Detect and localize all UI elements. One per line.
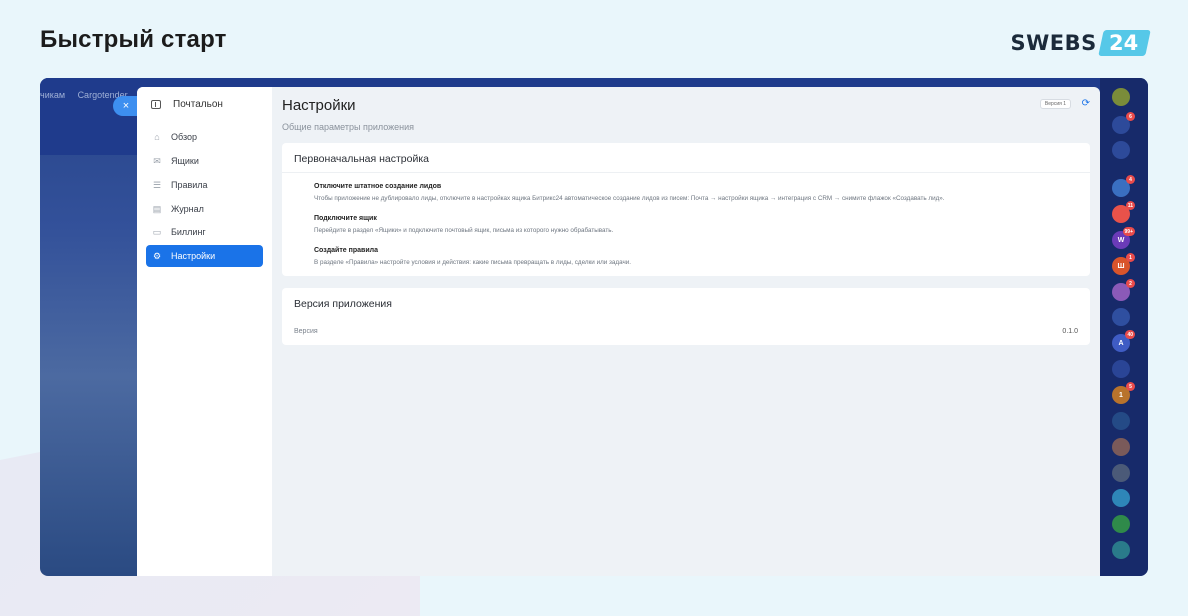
right-panel-item-text: Ш xyxy=(1117,262,1125,270)
setup-card-title: Первоначальная настройка xyxy=(282,143,1090,173)
setup-step: Подключите ящик Перейдите в раздел «Ящик… xyxy=(314,215,613,234)
setup-step: Отключите штатное создание лидов Чтобы п… xyxy=(314,183,945,202)
chat-avatar-icon[interactable]: W 99+ xyxy=(1112,227,1135,249)
version-card-title: Версия приложения xyxy=(294,298,392,310)
setup-step: Создайте правила В разделе «Правила» нас… xyxy=(314,247,631,266)
close-icon: × xyxy=(122,100,130,112)
app-frame: Почтальон ⌂ Обзор ✉ Ящики ☰ Правила ▤ Жу… xyxy=(137,87,1100,576)
chat-avatar-icon[interactable]: A 40 xyxy=(1112,330,1135,352)
bitrix-window: чикам Cargotender × 6 4 11 W 99+ Ш 1 2 A 40 1 5 Поч… xyxy=(40,78,1148,576)
chat-avatar-icon[interactable]: 15 xyxy=(1112,382,1135,404)
notification-badge: 4 xyxy=(1126,175,1135,184)
sidebar-item-label: Биллинг xyxy=(171,227,206,237)
sidebar-item-settings[interactable]: ⚙ Настройки xyxy=(146,245,263,267)
mail-icon: ✉ xyxy=(153,155,161,166)
close-slider-button[interactable]: × xyxy=(113,96,139,116)
page-title: Настройки xyxy=(282,97,356,114)
chat-avatar-icon[interactable] xyxy=(1112,308,1130,326)
step-description: Перейдите в раздел «Ящики» и подключите … xyxy=(314,227,614,234)
gear-icon: ⚙ xyxy=(152,250,162,261)
notification-badge: 99+ xyxy=(1122,227,1135,236)
chat-avatar-icon[interactable] xyxy=(1112,438,1130,456)
search-chat-icon[interactable] xyxy=(1112,141,1130,159)
step-heading: Создайте правила xyxy=(314,247,378,254)
app-name: Почтальон xyxy=(173,98,223,110)
step-description: В разделе «Правила» настройте условия и … xyxy=(314,259,632,266)
sidebar-item-label: Настройки xyxy=(171,251,216,261)
journal-icon: ▤ xyxy=(152,203,162,214)
sidebar-item-label: Журнал xyxy=(171,204,204,214)
notification-badge: 11 xyxy=(1125,201,1135,210)
notification-badge: 6 xyxy=(1126,112,1135,121)
chat-avatar-icon[interactable] xyxy=(1112,515,1130,533)
right-panel-item-text: W xyxy=(1117,236,1125,244)
version-chip: Версия 1 xyxy=(1039,99,1071,109)
globe-icon[interactable]: 4 xyxy=(1112,175,1135,197)
home-icon: ⌂ xyxy=(154,132,160,142)
right-panel: 6 4 11 W 99+ Ш 1 2 A 40 1 5 xyxy=(1100,78,1148,576)
step-heading: Подключите ящик xyxy=(314,215,377,222)
refresh-icon[interactable]: ⟳ xyxy=(1082,98,1090,109)
avatar-icon[interactable] xyxy=(1112,88,1130,106)
setup-card: Первоначальная настройка Отключите штатн… xyxy=(282,143,1090,276)
right-panel-item-text: A xyxy=(1118,339,1124,347)
step-description: Чтобы приложение не дублировало лиды, от… xyxy=(314,195,945,202)
chat-avatar-icon[interactable] xyxy=(1112,412,1130,430)
sidebar-item-billing[interactable]: ▭ Биллинг xyxy=(146,221,263,243)
chat-avatar-icon[interactable]: Ш1 xyxy=(1112,253,1135,275)
notification-badge: 1 xyxy=(1126,253,1135,262)
page-subtitle: Общие параметры приложения xyxy=(282,122,415,132)
collapse-sidebar-icon[interactable] xyxy=(151,99,161,109)
notification-badge: 2 xyxy=(1126,279,1135,288)
chat-avatar-icon[interactable]: 2 xyxy=(1112,279,1135,301)
bell-icon[interactable]: 6 xyxy=(1112,112,1135,134)
sidebar: Почтальон ⌂ Обзор ✉ Ящики ☰ Правила ▤ Жу… xyxy=(137,87,272,576)
sidebar-item-label: Правила xyxy=(171,180,208,190)
notification-badge: 40 xyxy=(1125,330,1135,339)
chat-avatar-icon[interactable] xyxy=(1112,489,1130,507)
chat-avatar-icon[interactable] xyxy=(1112,541,1130,559)
brand-word: SWEBS xyxy=(1010,31,1097,55)
right-panel-item-text: 1 xyxy=(1119,391,1123,399)
list-icon: ☰ xyxy=(152,179,162,190)
sidebar-item-journal[interactable]: ▤ Журнал xyxy=(146,198,263,220)
sidebar-item-mailboxes[interactable]: ✉ Ящики xyxy=(146,150,263,172)
sidebar-item-rules[interactable]: ☰ Правила xyxy=(146,174,263,196)
sidebar-header[interactable]: Почтальон xyxy=(137,87,272,121)
flame-icon[interactable]: 11 xyxy=(1112,201,1135,223)
chat-avatar-icon[interactable] xyxy=(1112,464,1130,482)
notification-badge: 5 xyxy=(1126,382,1135,391)
crumb[interactable]: чикам xyxy=(40,90,65,100)
brand-logo: SWEBS 24 xyxy=(1010,30,1151,56)
sidebar-item-label: Ящики xyxy=(171,156,199,166)
version-label: Версия xyxy=(294,328,318,335)
wallet-icon: ▭ xyxy=(152,226,162,237)
page-heading: Быстрый старт xyxy=(40,26,227,53)
chat-avatar-icon[interactable] xyxy=(1112,360,1130,378)
step-heading: Отключите штатное создание лидов xyxy=(314,183,442,190)
main-content: Настройки Общие параметры приложения Вер… xyxy=(282,87,1100,576)
version-value: 0.1.0 xyxy=(1062,328,1078,335)
sidebar-item-overview[interactable]: ⌂ Обзор xyxy=(146,126,263,148)
version-card: Версия приложения Версия 0.1.0 xyxy=(282,288,1090,345)
brand-number: 24 xyxy=(1098,30,1151,56)
sidebar-item-label: Обзор xyxy=(171,132,197,142)
